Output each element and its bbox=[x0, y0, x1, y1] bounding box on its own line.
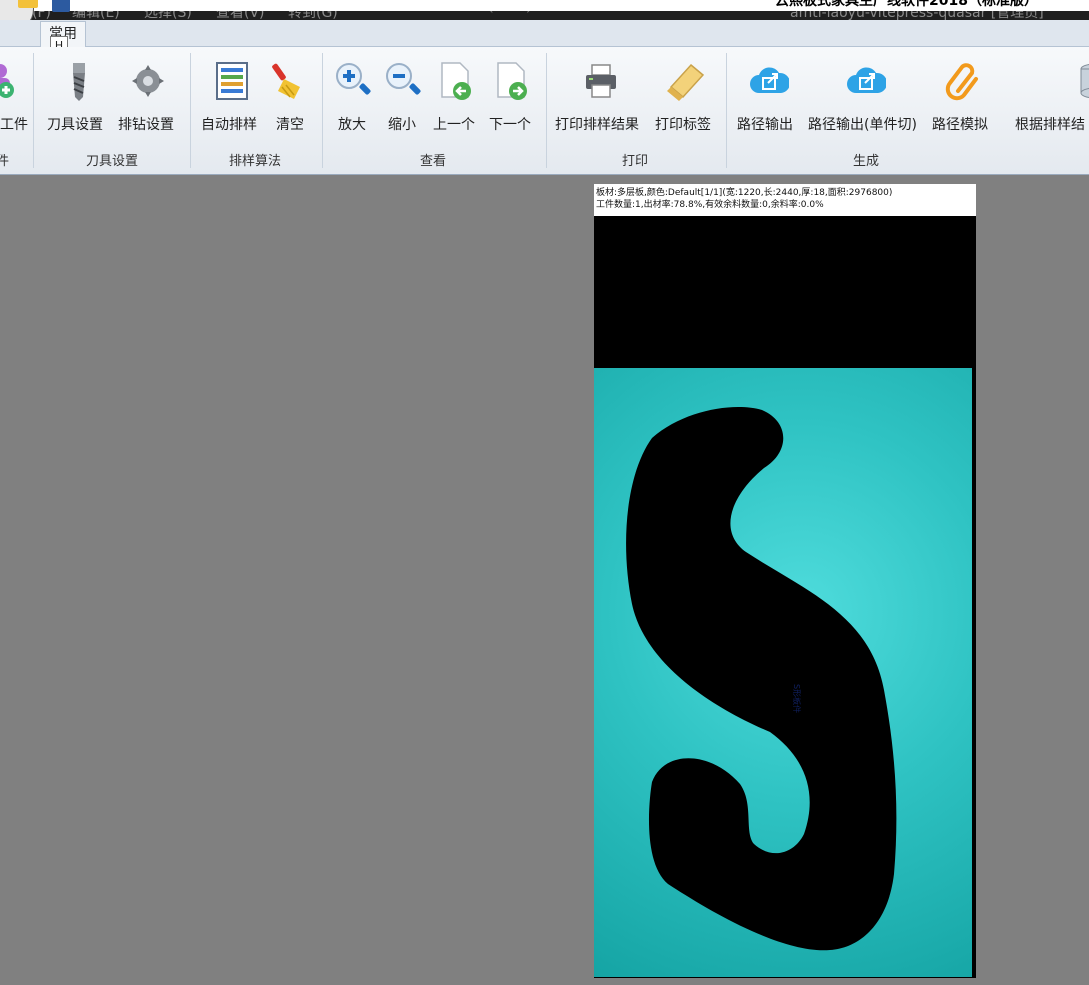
tool-settings-button[interactable]: 刀具设置 bbox=[47, 47, 111, 139]
group-label-generate: 生成 bbox=[853, 154, 880, 169]
previous-label: 上一个 bbox=[433, 117, 475, 133]
cloud-export-icon bbox=[750, 67, 789, 93]
forward-arrow-icon[interactable]: › bbox=[526, 11, 532, 18]
workpiece-button[interactable]: 工件 bbox=[0, 47, 30, 139]
back-arrow-icon[interactable]: ‹ bbox=[488, 11, 494, 18]
group-separator bbox=[33, 53, 34, 168]
menu-view[interactable]: 查看(V) bbox=[216, 11, 265, 20]
menu-edit[interactable]: 编辑(E) bbox=[72, 11, 120, 20]
board-sheet[interactable]: 板材:多层板,颜色:Default[1/1](宽:1220,长:2440,厚:1… bbox=[594, 184, 976, 978]
clear-label: 清空 bbox=[276, 117, 304, 133]
save-disk-icon[interactable] bbox=[52, 0, 70, 12]
print-label-label: 打印标签 bbox=[655, 117, 711, 133]
path-output-button[interactable]: 路径输出 bbox=[737, 47, 801, 139]
zoom-out-button[interactable]: 缩小 bbox=[384, 47, 424, 139]
nested-parts-layer: S形板件 bbox=[626, 407, 897, 951]
menu-bar: 文件(F) 编辑(E) 选择(S) 查看(V) 转到(G) ‹ › amti-l… bbox=[0, 11, 1089, 20]
print-layout-label: 打印排样结果 bbox=[555, 117, 639, 133]
drill-settings-button[interactable]: 排钻设置 bbox=[118, 47, 180, 139]
next-label: 下一个 bbox=[489, 117, 531, 133]
zoom-out-label: 缩小 bbox=[388, 117, 416, 133]
group-label-view: 查看 bbox=[420, 154, 447, 169]
group-label-print: 打印 bbox=[622, 154, 649, 169]
ribbon-tab-strip: 常用 bbox=[0, 20, 1089, 47]
group-separator bbox=[322, 53, 323, 168]
s-shaped-part[interactable] bbox=[626, 407, 897, 951]
menu-select[interactable]: 选择(S) bbox=[144, 11, 192, 20]
tool-settings-label: 刀具设置 bbox=[47, 117, 103, 133]
layout-sheet-icon bbox=[216, 62, 248, 100]
zoom-in-label: 放大 bbox=[338, 117, 366, 133]
path-output-single-label: 路径输出(单件切) bbox=[808, 117, 917, 133]
drill-settings-label: 排钻设置 bbox=[118, 117, 174, 133]
next-page-icon bbox=[497, 62, 527, 100]
zoom-out-icon bbox=[386, 63, 421, 95]
group-separator bbox=[190, 53, 191, 168]
group-label-nesting-algorithm: 排样算法 bbox=[229, 154, 282, 169]
database-icon bbox=[1080, 63, 1089, 99]
by-layout-result-button[interactable]: 根据排样结 bbox=[1015, 47, 1089, 139]
print-layout-button[interactable]: 打印排样结果 bbox=[555, 47, 649, 139]
ribbon: 工件 刀具设置 排钻设置 自动排样 清空 放大 缩小 上一个 下一个 打印排样结… bbox=[0, 47, 1089, 175]
group-separator bbox=[546, 53, 547, 168]
printer-icon bbox=[586, 64, 616, 98]
open-folder-icon[interactable] bbox=[18, 0, 38, 8]
window-title: 云熙板式家具生产线软件2018（标准版） bbox=[775, 0, 1038, 9]
zoom-in-icon bbox=[336, 63, 371, 95]
path-output-single-button[interactable]: 路径输出(单件切) bbox=[808, 47, 926, 139]
cloud-export-single-icon bbox=[847, 67, 886, 93]
print-label-button[interactable]: 打印标签 bbox=[655, 47, 719, 139]
part-label: S形板件 bbox=[792, 684, 802, 713]
path-output-label: 路径输出 bbox=[737, 117, 793, 133]
next-button[interactable]: 下一个 bbox=[488, 47, 538, 139]
workpiece-label: 工件 bbox=[0, 117, 28, 133]
previous-button[interactable]: 上一个 bbox=[432, 47, 482, 139]
paperclip-icon bbox=[945, 63, 978, 101]
group-label-tool-settings: 刀具设置 bbox=[86, 154, 139, 169]
eraser-label-icon bbox=[667, 63, 705, 101]
zoom-in-button[interactable]: 放大 bbox=[334, 47, 374, 139]
drill-bit-icon bbox=[73, 63, 85, 101]
document-tab-title: amti-laoyu-vitepress-quasar [管理员] bbox=[790, 11, 1044, 20]
menu-goto[interactable]: 转到(G) bbox=[288, 11, 338, 20]
auto-layout-button[interactable]: 自动排样 bbox=[200, 47, 262, 139]
broom-icon bbox=[272, 63, 300, 99]
add-workpiece-icon bbox=[0, 64, 14, 98]
group-label-workpiece: 件 bbox=[0, 154, 10, 169]
group-separator bbox=[726, 53, 727, 168]
path-simulate-button[interactable]: 路径模拟 bbox=[932, 47, 996, 139]
drill-gear-icon bbox=[132, 65, 164, 97]
by-layout-result-label: 根据排样结 bbox=[1015, 117, 1085, 133]
auto-layout-label: 自动排样 bbox=[201, 117, 257, 133]
previous-page-icon bbox=[441, 62, 471, 100]
path-simulate-label: 路径模拟 bbox=[932, 117, 988, 133]
clear-button[interactable]: 清空 bbox=[268, 47, 314, 139]
